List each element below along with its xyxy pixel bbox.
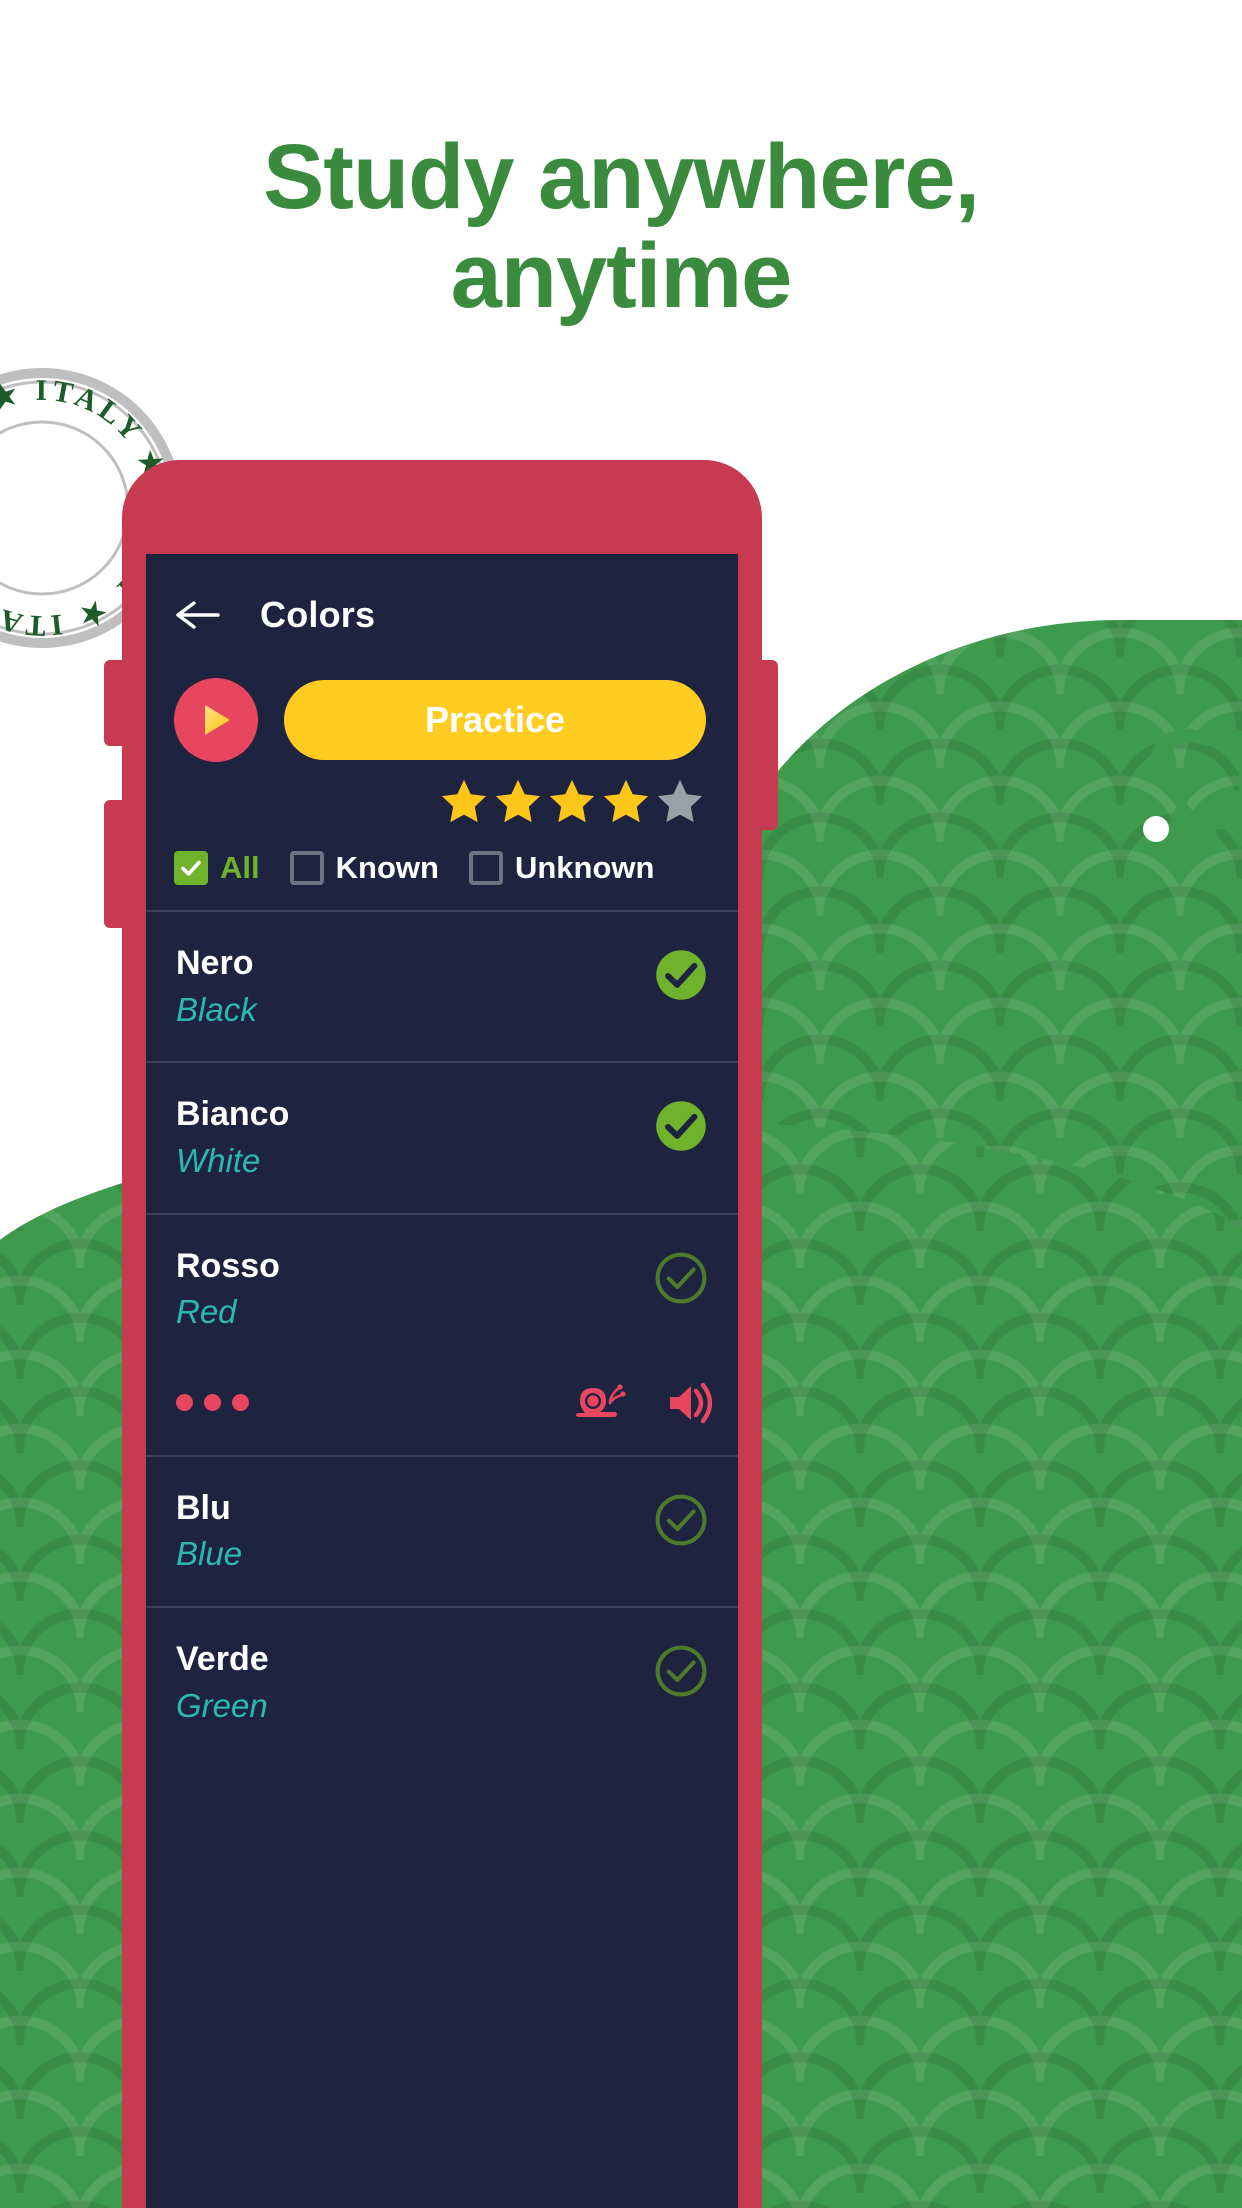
back-arrow-icon[interactable] [174,591,222,639]
checkbox-known[interactable] [289,851,324,885]
audio-controls [572,1381,712,1425]
dot [176,1394,193,1412]
rating-stars[interactable] [146,776,738,828]
known-check-filled-icon[interactable] [654,1099,708,1153]
star-filled-icon[interactable] [600,776,652,828]
word-translation: Blue [176,1535,243,1573]
word-list: Nero Black Bianco White Rosso Red Blu Bl… [146,912,738,1758]
table-row[interactable]: Blu Blue [146,1457,738,1609]
star-empty-icon[interactable] [654,776,706,828]
dot [204,1394,221,1412]
known-check-outline-icon[interactable] [654,1493,708,1547]
word-translation: Green [176,1686,268,1724]
practice-row: Practice [146,678,738,762]
filter-all-label: All [220,850,260,885]
table-row[interactable]: Rosso Red [146,1215,738,1355]
word-term: Rosso [176,1246,280,1285]
table-row[interactable]: Verde Green [146,1608,738,1757]
row-texts: Bianco White [176,1093,289,1182]
phone-mockup: Colors Practice All Known Unknown Nero B… [104,460,778,2208]
word-term: Nero [176,944,254,982]
phone-volume-down-button [104,800,124,928]
phone-power-button [760,660,778,830]
filter-all[interactable]: All [174,850,260,886]
known-check-outline-icon[interactable] [654,1644,708,1698]
filter-known-label: Known [335,850,439,885]
word-translation: Black [176,990,257,1028]
checkbox-all[interactable] [174,851,208,885]
star-filled-icon[interactable] [438,776,490,828]
word-term: Bianco [176,1095,290,1134]
row-texts: Nero Black [176,942,257,1031]
filter-unknown[interactable]: Unknown [468,850,655,886]
star-filled-icon[interactable] [546,776,598,828]
app-store-screenshot: Study anywhere, anytime ITALY ★ ITALY ★ … [0,0,1242,2208]
known-check-outline-icon[interactable] [654,1251,708,1305]
speaker-audio-icon[interactable] [666,1381,712,1425]
practice-button[interactable]: Practice [284,680,706,760]
row-texts: Verde Green [176,1638,269,1727]
phone-volume-up-button [104,660,124,746]
vespa-scooter-icon [1098,713,1242,873]
word-actions-row [146,1355,738,1457]
headline-line-2: anytime [450,225,793,328]
page-title: Study anywhere, anytime [0,126,1242,328]
checkbox-unknown[interactable] [468,851,503,885]
filter-unknown-label: Unknown [514,850,655,885]
phone-screen: Colors Practice All Known Unknown Nero B… [146,554,738,2208]
table-row[interactable]: Nero Black [146,912,738,1064]
filter-bar: All Known Unknown [146,828,738,912]
table-row[interactable]: Bianco White [146,1063,738,1215]
play-icon[interactable] [174,678,258,762]
row-texts: Rosso Red [176,1245,280,1334]
screen-title: Colors [260,594,376,635]
row-texts: Blu Blue [176,1487,242,1576]
word-term: Blu [176,1488,231,1527]
star-filled-icon[interactable] [492,776,544,828]
headline-line-1: Study anywhere, [262,126,980,228]
word-term: Verde [176,1640,269,1679]
known-check-filled-icon[interactable] [654,948,708,1002]
more-dots-icon[interactable] [176,1394,249,1412]
filter-known[interactable]: Known [289,850,439,886]
word-translation: Red [176,1293,237,1331]
snail-slow-audio-icon[interactable] [572,1383,630,1423]
word-translation: White [176,1141,261,1179]
dot [232,1394,249,1412]
app-bar: Colors [146,554,738,676]
